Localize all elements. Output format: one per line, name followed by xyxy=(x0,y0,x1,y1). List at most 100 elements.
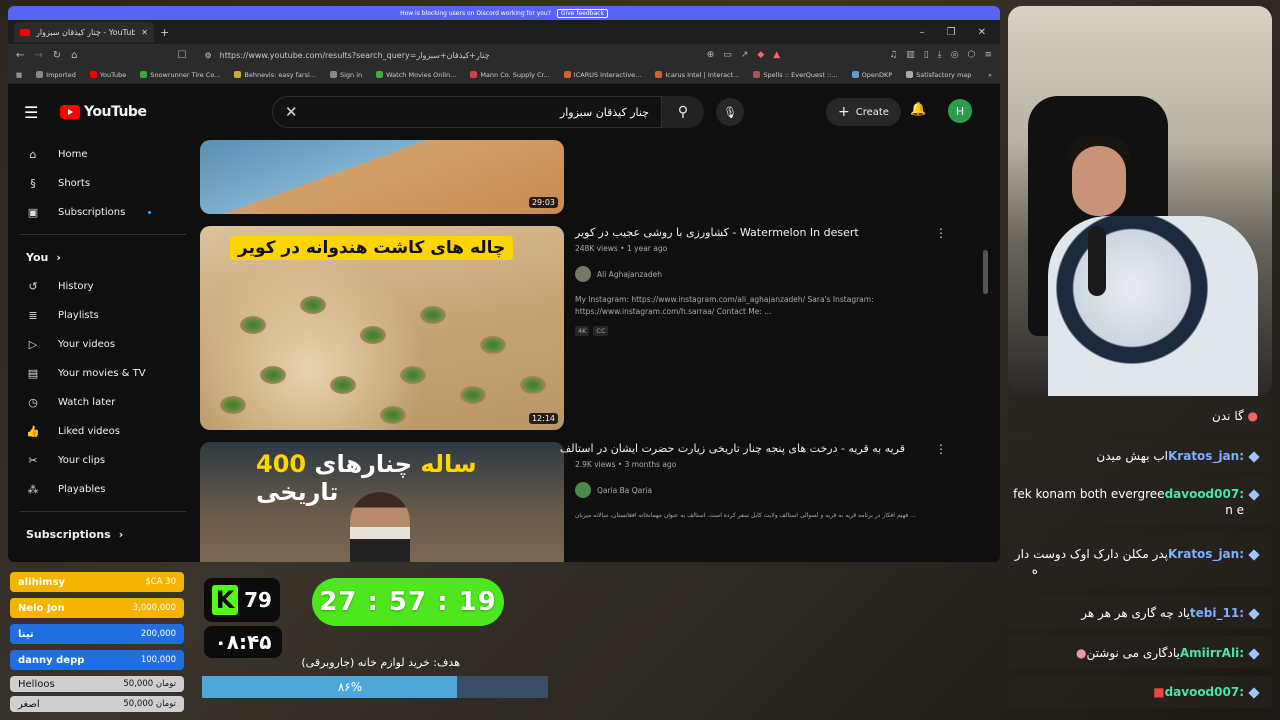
sidebar-item-movies[interactable]: ▤ Your movies & TV xyxy=(8,359,198,388)
close-tab-icon[interactable]: ✕ xyxy=(141,28,148,37)
thumbnail-person xyxy=(350,492,410,562)
microphone-icon: 🎙 xyxy=(723,105,737,119)
bookmark-item[interactable]: Watch Movies Onlin... xyxy=(376,71,456,79)
install-icon[interactable]: ▭ xyxy=(723,50,732,60)
emote-icon: ■ xyxy=(1153,685,1165,699)
bookmark-item[interactable]: Snowrunner Tire Co... xyxy=(140,71,220,79)
home-icon[interactable]: ⌂ xyxy=(71,50,77,61)
sidebar-item-liked[interactable]: 👍 Liked videos xyxy=(8,417,198,446)
more-options-icon[interactable]: ⋮ xyxy=(935,226,947,240)
forward-icon[interactable]: → xyxy=(34,50,42,61)
account-avatar[interactable]: H xyxy=(948,99,972,123)
downloads-icon[interactable]: ⤓ xyxy=(938,50,942,60)
reload-icon[interactable]: ↻ xyxy=(53,50,61,61)
viewer-count: 79 xyxy=(244,588,272,612)
scrollbar-thumb[interactable] xyxy=(983,250,988,294)
apps-icon[interactable]: ▦ xyxy=(16,71,22,79)
minimize-icon[interactable]: – xyxy=(920,27,925,38)
bookmark-item[interactable]: Mann Co. Supply Cr... xyxy=(470,71,550,79)
donor-row: Helloos 50,000 تومان xyxy=(10,676,184,692)
discord-banner: How is blocking users on Discord working… xyxy=(8,6,1000,20)
bookmark-item[interactable]: Sign in xyxy=(329,71,362,79)
thumbs-up-icon: 👍 xyxy=(26,425,40,438)
playlists-icon: ≣ xyxy=(28,309,38,322)
tab-youtube[interactable]: چنار کیذقان سبزوار - YouTube ✕ xyxy=(14,22,154,42)
sidebar-item-playlists[interactable]: ≣ Playlists xyxy=(8,301,198,330)
bookmark-item[interactable]: Behnevis: easy farsi... xyxy=(234,71,316,79)
kick-viewer-count: K 79 xyxy=(204,578,280,622)
rewards-icon[interactable]: ▲ xyxy=(773,50,780,60)
sidebar-section-you[interactable]: You › xyxy=(8,242,198,272)
bookmark-item[interactable]: Satisfactory map xyxy=(906,71,971,79)
bookmark-item[interactable]: OpenDKP xyxy=(851,71,892,79)
bookmark-item[interactable]: Spells :: EverQuest ::... xyxy=(753,71,838,79)
sidebar-item-watch-later[interactable]: ◷ Watch later xyxy=(8,388,198,417)
more-options-icon[interactable]: ⋮ xyxy=(935,442,947,456)
zoom-icon[interactable]: ⊕ xyxy=(707,50,715,60)
sidebar-icon[interactable]: ▯ xyxy=(924,50,929,60)
sidebar-item-home[interactable]: ⌂ Home xyxy=(8,140,198,169)
extensions-icon[interactable]: ▥ xyxy=(906,50,915,60)
streamer-shirt xyxy=(1048,216,1258,396)
address-bar[interactable]: ⚙ https://www.youtube.com/results?search… xyxy=(197,47,677,63)
video-title[interactable]: قریه به قریه - درخت های پنجه چنار تاریخی… xyxy=(560,442,905,455)
banner-text: How is blocking users on Discord working… xyxy=(400,9,551,17)
channel-link[interactable]: Ali Aghajanzadeh xyxy=(575,266,955,282)
url-text: https://www.youtube.com/results?search_q… xyxy=(219,50,490,60)
brave-shield-icon[interactable]: ◆ xyxy=(757,50,764,60)
search-input[interactable]: چنار کیذقان سبزوار ✕ xyxy=(272,96,662,128)
voice-search-button[interactable]: 🎙 xyxy=(716,98,744,126)
streamer-face xyxy=(1072,146,1126,216)
notifications-bell-icon[interactable]: 🔔 xyxy=(910,102,926,117)
youtube-logo[interactable]: YouTube xyxy=(60,104,147,120)
bookmark-item[interactable]: ICARUS Interactive... xyxy=(563,71,641,79)
sidebar-item-playables[interactable]: ⁂ Playables xyxy=(8,475,198,504)
bookmark-item[interactable]: YouTube xyxy=(89,71,126,79)
goal-label: هدف: خرید لوازم خانه (جاروبرقی) xyxy=(301,656,460,669)
sidebar-item-your-videos[interactable]: ▷ Your videos xyxy=(8,330,198,359)
close-window-icon[interactable]: ✕ xyxy=(978,27,986,38)
playables-icon: ⁂ xyxy=(27,483,39,496)
media-icon[interactable]: ♫ xyxy=(889,50,897,60)
verified-badge-icon xyxy=(1248,548,1260,561)
bookmark-icon[interactable]: ☐ xyxy=(178,50,187,61)
clear-search-icon[interactable]: ✕ xyxy=(285,103,298,121)
bookmarks-bar: ▦ Imported YouTube Snowrunner Tire Co...… xyxy=(8,66,1000,84)
clock: ۰۸:۴۵ xyxy=(204,626,282,658)
chevron-right-icon: › xyxy=(56,250,61,264)
sidebar-item-shorts[interactable]: § Shorts xyxy=(8,169,198,198)
wallet-icon[interactable]: ◎ xyxy=(951,50,959,60)
channel-link[interactable]: Qaria Ba Qaria xyxy=(575,482,955,498)
share-icon[interactable]: ↗ xyxy=(741,50,749,60)
chat-message: ●یادگاری می نوشتنAmiirrAli: xyxy=(1076,645,1260,661)
more-bookmarks-icon[interactable]: » xyxy=(988,71,992,79)
bookmark-item[interactable]: Icarus Intel | Interact... xyxy=(655,71,739,79)
back-icon[interactable]: ← xyxy=(16,50,24,61)
maximize-icon[interactable]: ❐ xyxy=(947,27,956,38)
site-info-icon[interactable]: ⚙ xyxy=(205,51,212,60)
new-tab-icon[interactable]: + xyxy=(160,26,169,39)
video-thumbnail[interactable]: چاله های کاشت هندوانه در کویر 12:14 xyxy=(200,226,564,430)
video-title[interactable]: کشاورزی با روشی عجیب در کویر - Watermelo… xyxy=(575,226,955,239)
give-feedback-button[interactable]: Give feedback xyxy=(556,8,608,18)
goal-progress-bar: ۸۶% xyxy=(202,676,548,698)
browser-menu-icon[interactable]: ≡ xyxy=(984,50,992,60)
sidebar-item-clips[interactable]: ✂ Your clips xyxy=(8,446,198,475)
chevron-right-icon: › xyxy=(118,527,124,541)
stream-timer: 27 : 57 : 19 xyxy=(312,578,504,626)
create-button[interactable]: + Create xyxy=(826,98,901,126)
bookmark-item[interactable]: Imported xyxy=(36,71,76,79)
vpn-icon[interactable]: ⬡ xyxy=(968,50,976,60)
chat-message: ■davood007: xyxy=(1153,684,1260,700)
browser-toolbar: ← → ↻ ⌂ ☐ ⚙ https://www.youtube.com/resu… xyxy=(8,44,1000,66)
search-button[interactable]: ⚲ xyxy=(662,96,704,128)
sidebar-section-subscriptions[interactable]: Subscriptions › xyxy=(8,519,198,549)
sidebar-item-history[interactable]: ↺ History xyxy=(8,272,198,301)
video-thumbnail[interactable]: 400 ساله چنارهای تاریخی xyxy=(200,442,564,562)
youtube-play-icon xyxy=(60,105,80,119)
sidebar-item-subscriptions[interactable]: ▣ Subscriptions xyxy=(8,198,198,227)
hamburger-menu-icon[interactable]: ☰ xyxy=(24,103,48,122)
youtube-header: ☰ YouTube چنار کیذقان سبزوار ✕ ⚲ 🎙 + Crea… xyxy=(8,84,1000,140)
video-thumbnail[interactable]: 29:03 xyxy=(200,140,564,214)
your-videos-icon: ▷ xyxy=(28,338,38,351)
